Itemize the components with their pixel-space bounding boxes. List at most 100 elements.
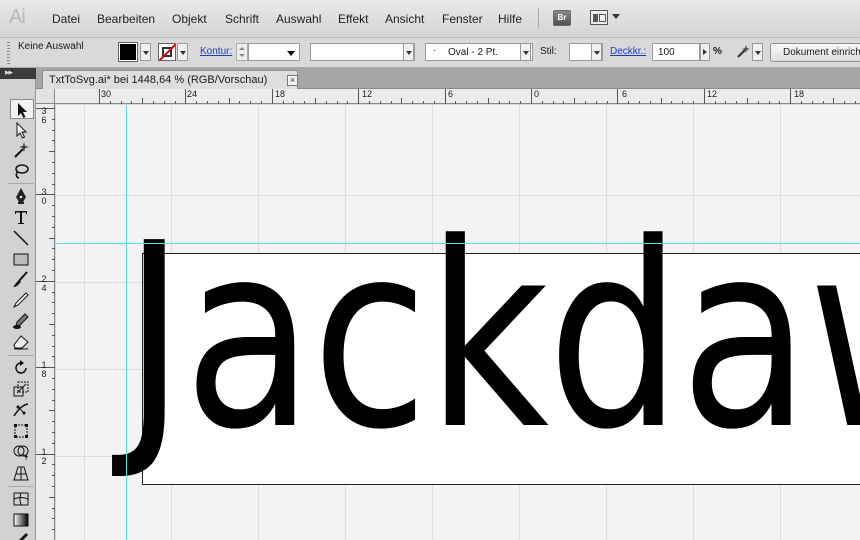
ruler-origin[interactable] bbox=[36, 89, 55, 104]
menu-separator bbox=[538, 8, 539, 28]
free-transform-icon bbox=[14, 424, 28, 438]
arrow-pointer-icon bbox=[18, 103, 27, 118]
perspective-grid-tool[interactable] bbox=[10, 463, 34, 483]
rectangle-tool[interactable] bbox=[10, 249, 34, 269]
eyedropper-tool[interactable] bbox=[10, 530, 34, 540]
menu-schrift[interactable]: Schrift bbox=[225, 12, 259, 26]
stroke-color-swatch[interactable] bbox=[158, 43, 176, 61]
artboard[interactable]: Jackdaw bbox=[123, 210, 860, 485]
ruler-label: 36 bbox=[41, 106, 47, 125]
eraser-icon bbox=[13, 335, 29, 350]
pencil-icon bbox=[12, 292, 29, 309]
bridge-button[interactable]: Br bbox=[553, 10, 571, 26]
selection-status: Keine Auswahl bbox=[18, 41, 84, 52]
close-icon[interactable]: × bbox=[287, 75, 298, 86]
line-segment-tool[interactable] bbox=[10, 228, 34, 248]
fill-dropdown[interactable] bbox=[140, 43, 151, 61]
control-bar: Keine Auswahl Kontur: · Oval - 2 Pt. Sti… bbox=[0, 38, 860, 68]
stroke-label-link[interactable]: Kontur: bbox=[200, 46, 232, 57]
ruler-label: 12 bbox=[707, 89, 718, 99]
magic-wand-tool[interactable] bbox=[10, 140, 34, 160]
stroke-dropdown[interactable] bbox=[177, 43, 188, 61]
mesh-tool[interactable] bbox=[10, 489, 34, 509]
free-transform-tool[interactable] bbox=[10, 421, 34, 441]
layout-icon bbox=[593, 14, 598, 22]
menu-bearbeiten[interactable]: Bearbeiten bbox=[97, 12, 155, 26]
stroke-weight-stepper[interactable] bbox=[236, 43, 248, 61]
gradient-tool[interactable] bbox=[10, 510, 34, 530]
ruler-label: 18 bbox=[275, 89, 286, 99]
magic-wand-icon bbox=[14, 142, 29, 158]
type-tool[interactable] bbox=[10, 207, 34, 227]
rotate-tool[interactable] bbox=[10, 358, 34, 378]
opacity-value: 100 bbox=[658, 47, 675, 58]
document-canvas[interactable]: Jackdaw bbox=[56, 105, 860, 540]
mesh-icon bbox=[13, 492, 29, 506]
style-dropdown[interactable] bbox=[591, 43, 602, 61]
hollow-pointer-icon bbox=[16, 121, 28, 139]
width-icon bbox=[13, 403, 29, 417]
ruler-label: 24 bbox=[187, 89, 198, 99]
rotate-icon bbox=[15, 360, 27, 374]
menu-hilfe[interactable]: Hilfe bbox=[498, 12, 522, 26]
panel-grip-handle[interactable] bbox=[7, 42, 10, 64]
arrange-documents-button[interactable] bbox=[590, 10, 608, 25]
paintbrush-tool[interactable] bbox=[10, 269, 34, 289]
menu-auswahl[interactable]: Auswahl bbox=[276, 12, 321, 26]
recolor-artwork-icon[interactable] bbox=[735, 44, 751, 60]
horizontal-guide[interactable] bbox=[56, 243, 860, 244]
menu-fenster[interactable]: Fenster bbox=[442, 12, 483, 26]
variable-width-profile-field[interactable] bbox=[310, 43, 415, 61]
opacity-input[interactable]: 100 bbox=[652, 43, 700, 61]
menu-objekt[interactable]: Objekt bbox=[172, 12, 207, 26]
app-logo: Ai bbox=[9, 6, 26, 28]
direct-selection-tool[interactable] bbox=[10, 120, 34, 140]
artwork-text[interactable]: Jackdaw bbox=[123, 210, 860, 465]
brush-dot-icon: · bbox=[433, 45, 437, 56]
menu-effekt[interactable]: Effekt bbox=[338, 12, 368, 26]
vertical-guide[interactable] bbox=[126, 105, 127, 540]
lasso-tool[interactable] bbox=[10, 161, 34, 181]
pen-tool[interactable] bbox=[10, 186, 34, 206]
menu-datei[interactable]: Datei bbox=[52, 12, 80, 26]
fill-color-swatch[interactable] bbox=[118, 42, 138, 62]
selection-tool[interactable] bbox=[10, 99, 34, 119]
scale-tool[interactable] bbox=[10, 379, 34, 399]
menu-ansicht[interactable]: Ansicht bbox=[385, 12, 424, 26]
variable-width-dropdown[interactable] bbox=[403, 43, 414, 61]
lasso-icon bbox=[15, 164, 29, 179]
shape-builder-tool[interactable] bbox=[10, 442, 34, 462]
recolor-dropdown[interactable] bbox=[752, 43, 763, 61]
horizontal-ruler[interactable]: 30 24 18 12 6 0 6 12 18 bbox=[55, 89, 860, 104]
opacity-label-link[interactable]: Deckkr.: bbox=[610, 46, 646, 57]
document-tab-bar: TxtToSvg.ai* bei 1448,64 % (RGB/Vorschau… bbox=[36, 68, 860, 89]
opacity-slider-toggle[interactable] bbox=[700, 43, 710, 61]
scale-icon bbox=[13, 381, 29, 397]
document-tab[interactable]: TxtToSvg.ai* bei 1448,64 % (RGB/Vorschau… bbox=[42, 70, 298, 89]
brush-name: Oval - 2 Pt. bbox=[448, 47, 499, 58]
toolbox-header[interactable]: ▸▸ bbox=[0, 67, 36, 79]
document-setup-button[interactable]: Dokument einrichten bbox=[770, 43, 860, 62]
ruler-label: 30 bbox=[101, 89, 112, 99]
menu-bar: Ai Datei Bearbeiten Objekt Schrift Auswa… bbox=[0, 0, 860, 38]
stroke-weight-field[interactable] bbox=[248, 43, 300, 61]
type-t-icon bbox=[15, 211, 27, 224]
style-label: Stil: bbox=[540, 46, 557, 57]
width-tool[interactable] bbox=[10, 400, 34, 420]
chevron-down-icon[interactable] bbox=[612, 14, 620, 19]
ruler-label: 6 bbox=[448, 89, 454, 99]
blob-brush-icon bbox=[13, 313, 29, 329]
ruler-label: 18 bbox=[41, 360, 47, 379]
ruler-label: 24 bbox=[41, 274, 47, 293]
pen-nib-icon bbox=[16, 188, 26, 204]
pencil-tool[interactable] bbox=[10, 290, 34, 310]
brush-dropdown[interactable] bbox=[520, 43, 531, 61]
vertical-ruler[interactable]: 36 30 24 18 12 bbox=[36, 104, 55, 540]
blob-brush-tool[interactable] bbox=[10, 311, 34, 331]
ruler-label: 12 bbox=[362, 89, 373, 99]
brush-icon bbox=[13, 271, 28, 287]
collapse-toolbox-icon[interactable]: ▸▸ bbox=[5, 67, 13, 78]
ruler-label: 12 bbox=[41, 447, 47, 466]
brush-definition-field[interactable]: · Oval - 2 Pt. bbox=[425, 43, 533, 61]
eraser-tool[interactable] bbox=[10, 332, 34, 352]
